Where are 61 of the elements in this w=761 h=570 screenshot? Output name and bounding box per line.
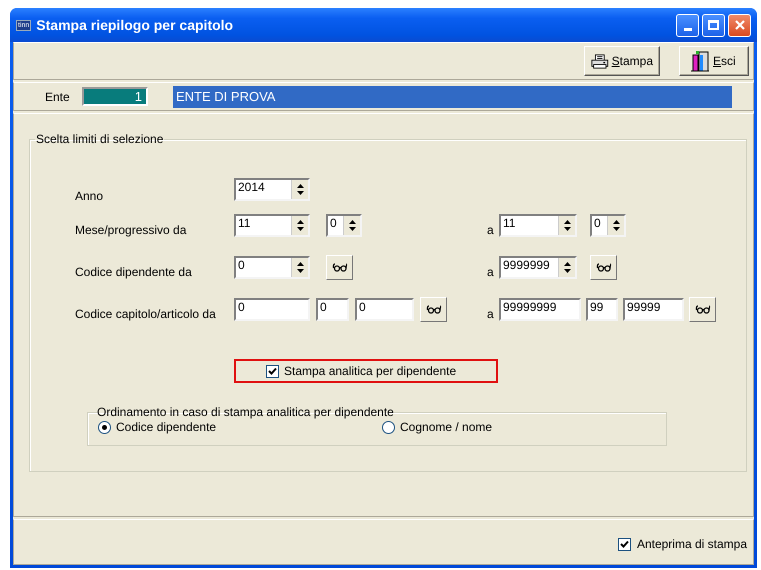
checkbox-label: Stampa analitica per dipendente xyxy=(284,364,456,378)
field-label: a xyxy=(487,223,495,238)
spin-field[interactable]: 0 xyxy=(590,214,626,237)
radio-button[interactable] xyxy=(98,420,111,434)
spin-arrows-icon xyxy=(564,220,570,231)
field-label: Mese/progressivo da xyxy=(75,223,188,238)
text-field[interactable]: 0 xyxy=(234,298,310,321)
field-label: a xyxy=(487,307,495,322)
text-field[interactable]: 0 xyxy=(316,298,349,321)
spin-arrows-icon xyxy=(564,262,570,273)
radio-label: Codice dipendente xyxy=(116,420,216,434)
printer-icon xyxy=(591,52,609,70)
spin-arrows-icon xyxy=(296,262,304,273)
lookup-button[interactable] xyxy=(689,297,716,322)
minimize-icon xyxy=(684,28,692,30)
radio-label: Cognome / nome xyxy=(400,420,492,434)
ente-code-field: 1 xyxy=(82,87,148,106)
ente-name-field: ENTE DI PROVA xyxy=(173,86,732,108)
print-button[interactable]: Stampa xyxy=(584,46,660,76)
spin-arrows-icon xyxy=(296,184,304,195)
lookup-button[interactable] xyxy=(590,255,617,280)
glasses-icon xyxy=(596,263,612,272)
maximize-button[interactable] xyxy=(702,14,725,36)
check-icon xyxy=(620,540,629,548)
text-field[interactable]: 99999999 xyxy=(499,298,581,321)
text-field[interactable]: 99999 xyxy=(623,298,684,321)
close-button[interactable] xyxy=(728,14,751,36)
checkbox-label: Anteprima di stampa xyxy=(636,537,747,551)
door-figure-icon xyxy=(690,50,710,72)
group-title: Ordinamento in caso di stampa analitica per dipendente xyxy=(97,405,394,419)
spin-field[interactable]: 11 xyxy=(234,214,310,237)
checkbox[interactable] xyxy=(618,538,631,550)
checkbox[interactable] xyxy=(266,364,279,378)
radio-button[interactable] xyxy=(382,420,395,434)
glasses-icon xyxy=(694,305,710,314)
field-label: a xyxy=(487,265,495,280)
field-label: Anno xyxy=(75,189,104,204)
spin-field[interactable]: 0 xyxy=(326,214,362,237)
lookup-button[interactable] xyxy=(420,297,447,322)
check-icon xyxy=(268,367,277,375)
minimize-button[interactable] xyxy=(676,14,699,36)
spin-field[interactable]: 2014 xyxy=(234,178,310,201)
field-label: Codice capitolo/articolo da xyxy=(75,307,217,322)
spin-field[interactable]: 11 xyxy=(499,214,577,237)
group-title: Scelta limiti di selezione xyxy=(35,132,164,146)
glasses-icon xyxy=(332,263,348,272)
spin-arrows-icon xyxy=(612,220,620,231)
window-title: Stampa riepilogo per capitolo xyxy=(36,17,234,33)
spin-field[interactable]: 9999999 xyxy=(499,256,577,279)
spin-arrows-icon xyxy=(348,220,356,231)
spin-field[interactable]: 0 xyxy=(234,256,310,279)
glasses-icon xyxy=(426,305,442,314)
text-field[interactable]: 99 xyxy=(586,298,618,321)
spin-arrows-icon xyxy=(296,220,304,231)
text-field[interactable]: 0 xyxy=(355,298,414,321)
maximize-icon xyxy=(708,20,719,30)
field-label: Codice dipendente da xyxy=(75,265,193,280)
ente-label: Ente xyxy=(45,90,71,104)
lookup-button[interactable] xyxy=(326,255,353,280)
exit-button[interactable]: Esci xyxy=(679,46,749,76)
close-icon xyxy=(734,20,744,30)
